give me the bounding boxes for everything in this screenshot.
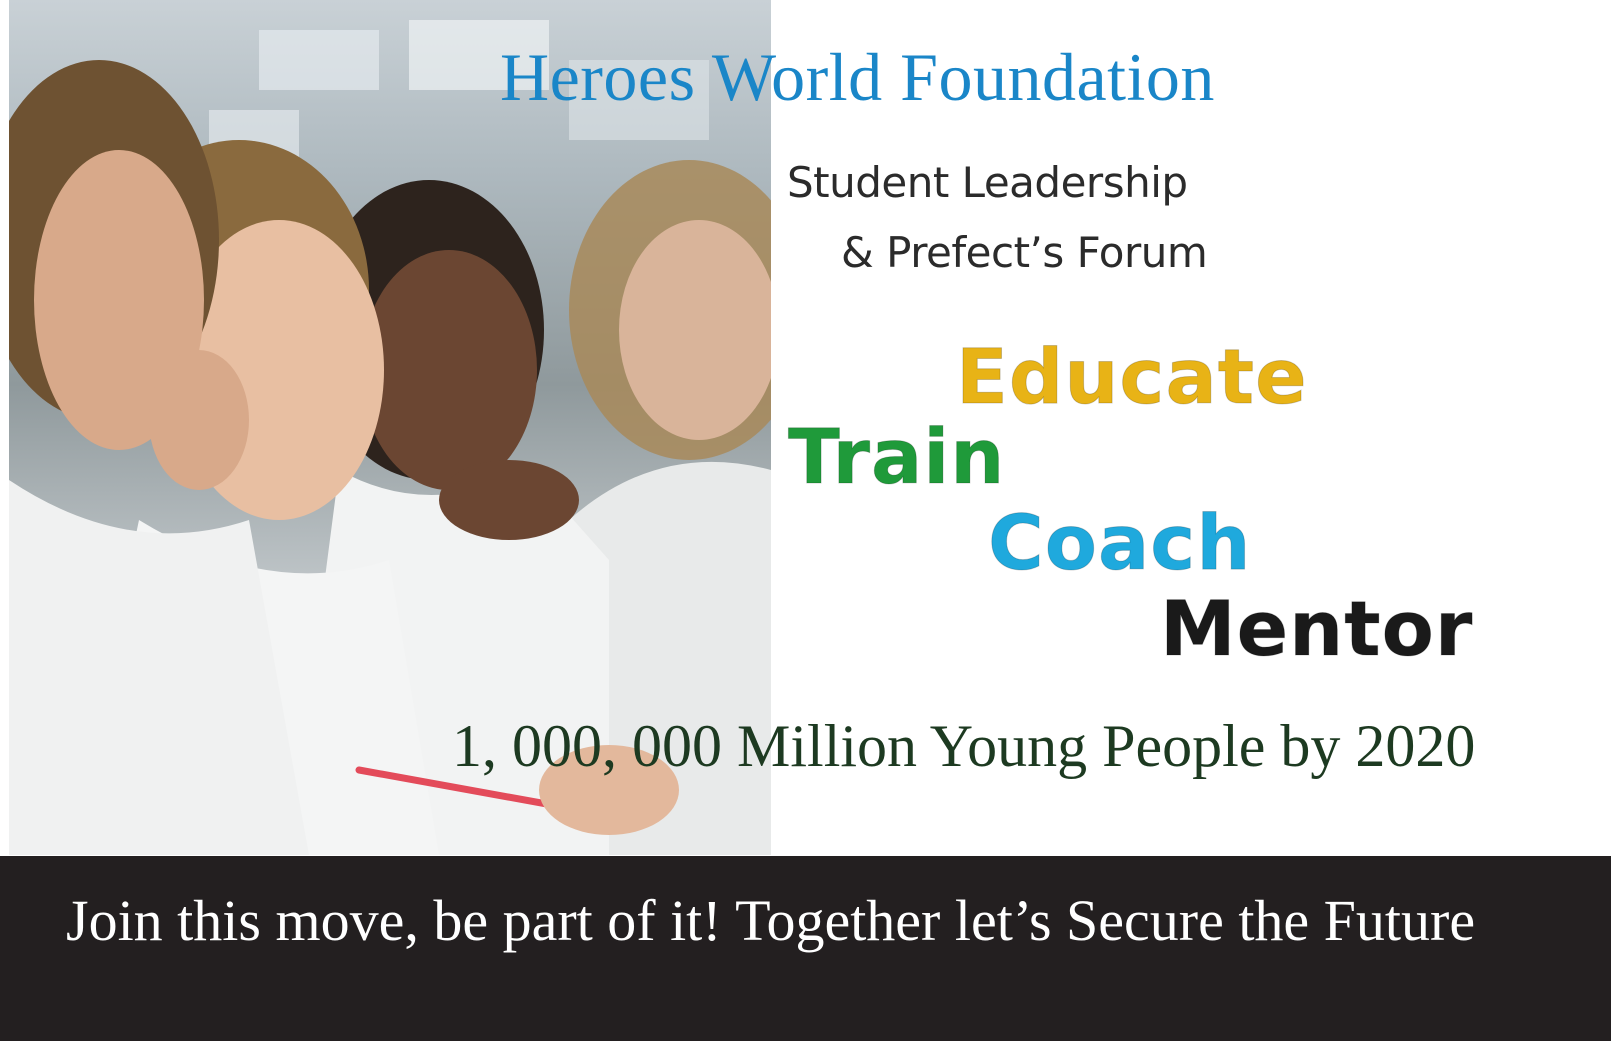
pillar-train: Train [787,412,1006,502]
call-to-action-text: Join this move, be part of it! Together … [66,888,1476,953]
program-subtitle-line2: & Prefect’s Forum [841,228,1208,277]
program-subtitle-line1: Student Leadership [787,158,1188,207]
goal-statement: 1, 000, 000 Million Young People by 2020 [452,713,1476,779]
pillar-mentor: Mentor [1159,584,1474,674]
call-to-action-banner: Join this move, be part of it! Together … [0,856,1611,1041]
pillar-educate: Educate [956,332,1308,422]
pillar-coach: Coach [987,498,1252,588]
foundation-title: Heroes World Foundation [500,39,1215,115]
